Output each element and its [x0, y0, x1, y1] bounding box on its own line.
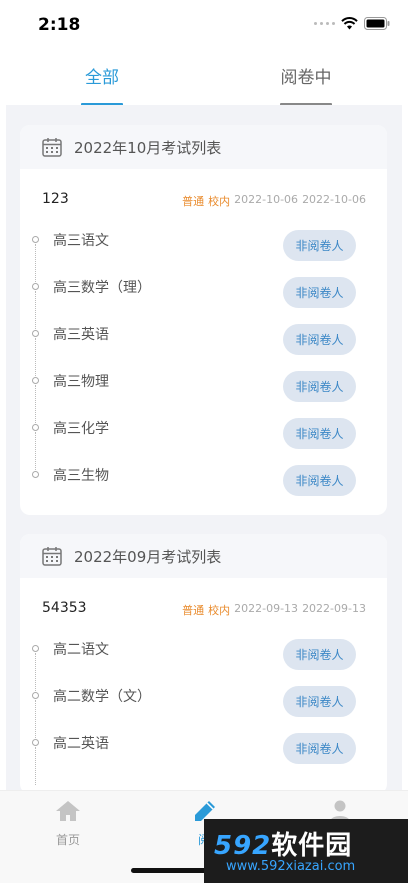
timeline-dot [32, 645, 39, 652]
subject-item: 高二数学（文） 非阅卷人 [20, 681, 387, 738]
exam-name: 54353 [42, 600, 87, 616]
subject-item: 高二语文 非阅卷人 [20, 634, 387, 691]
subject-item: 高三英语 非阅卷人 [20, 319, 387, 376]
exam-scope-tag: 校内 [208, 604, 231, 617]
signal-icon [314, 22, 335, 25]
subject-item: 高三语文 非阅卷人 [20, 225, 387, 282]
exam-type-tag: 普通 [182, 604, 205, 617]
wifi-icon [341, 17, 358, 30]
non-reviewer-button[interactable]: 非阅卷人 [283, 639, 356, 670]
timeline-dot [32, 236, 39, 243]
tab-bar: 全部 阅卷中 [0, 55, 408, 106]
watermark-brand: 软件园 [271, 831, 353, 861]
calendar-icon [42, 138, 62, 157]
timeline-dot [32, 471, 39, 478]
month-title: 2022年09月考试列表 [74, 547, 222, 566]
subject-name: 高三物理 [53, 374, 109, 390]
exam-row[interactable]: 54353 普通 校内 2022-09-13 2022-09-13 [20, 578, 387, 634]
exam-name: 123 [42, 191, 69, 207]
exam-meta: 普通 校内 2022-10-06 2022-10-06 [182, 193, 366, 209]
non-reviewer-button[interactable]: 非阅卷人 [283, 465, 356, 496]
non-reviewer-button[interactable]: 非阅卷人 [283, 230, 356, 261]
nav-home[interactable]: 首页 [38, 799, 98, 848]
non-reviewer-button[interactable]: 非阅卷人 [283, 371, 356, 402]
timeline-dot [32, 424, 39, 431]
non-reviewer-button[interactable]: 非阅卷人 [283, 324, 356, 355]
timeline-dot [32, 692, 39, 699]
status-icons [314, 17, 390, 30]
tab-all[interactable]: 全部 [62, 63, 142, 106]
exam-type-tag: 普通 [182, 195, 205, 208]
exam-scope-tag: 校内 [208, 195, 231, 208]
subject-name: 高三英语 [53, 327, 109, 343]
tab-all-label: 全部 [85, 68, 119, 88]
watermark-logo: 592软件园 www.592xiazai.com [204, 819, 408, 883]
non-reviewer-button[interactable]: 非阅卷人 [283, 733, 356, 764]
month-header: 2022年09月考试列表 [20, 534, 387, 578]
subject-name: 高三数学（理） [53, 280, 151, 296]
non-reviewer-button[interactable]: 非阅卷人 [283, 686, 356, 717]
month-header: 2022年10月考试列表 [20, 125, 387, 169]
month-card: 2022年09月考试列表 54353 普通 校内 2022-09-13 2022… [20, 534, 387, 790]
subject-list: 高三语文 非阅卷人 高三数学（理） 非阅卷人 高三英语 非阅卷人 高三物理 非阅… [20, 225, 387, 515]
exam-end-date: 2022-09-13 [302, 602, 366, 615]
non-reviewer-button[interactable]: 非阅卷人 [283, 418, 356, 449]
timeline-dot [32, 330, 39, 337]
subject-name: 高三语文 [53, 233, 109, 249]
month-title: 2022年10月考试列表 [74, 138, 222, 157]
home-icon [56, 801, 80, 821]
subject-item: 高三生物 非阅卷人 [20, 460, 387, 507]
subject-list: 高二语文 非阅卷人 高二数学（文） 非阅卷人 高二英语 非阅卷人 [20, 634, 387, 790]
month-card: 2022年10月考试列表 123 普通 校内 2022-10-06 2022-1… [20, 125, 387, 515]
exam-end-date: 2022-10-06 [302, 193, 366, 206]
subject-name: 高三生物 [53, 468, 109, 484]
battery-icon [364, 17, 390, 30]
status-time: 2:18 [38, 15, 81, 35]
subject-name: 高二英语 [53, 736, 109, 752]
exam-start-date: 2022-09-13 [234, 602, 299, 615]
exam-list[interactable]: 2022年10月考试列表 123 普通 校内 2022-10-06 2022-1… [6, 105, 402, 790]
timeline-dot [32, 739, 39, 746]
subject-name: 高三化学 [53, 421, 109, 437]
timeline-dot [32, 283, 39, 290]
subject-name: 高二语文 [53, 642, 109, 658]
status-bar: 2:18 [0, 0, 408, 50]
timeline-dot [32, 377, 39, 384]
tab-reading[interactable]: 阅卷中 [266, 63, 346, 106]
watermark-number: 592 [214, 831, 272, 861]
exam-row[interactable]: 123 普通 校内 2022-10-06 2022-10-06 [20, 169, 387, 225]
exam-meta: 普通 校内 2022-09-13 2022-09-13 [182, 602, 366, 618]
subject-item: 高三数学（理） 非阅卷人 [20, 272, 387, 329]
calendar-icon [42, 547, 62, 566]
non-reviewer-button[interactable]: 非阅卷人 [283, 277, 356, 308]
subject-item: 高二英语 非阅卷人 [20, 728, 387, 785]
tab-reading-label: 阅卷中 [280, 68, 332, 88]
subject-item: 高三化学 非阅卷人 [20, 413, 387, 470]
timeline-line [35, 747, 36, 785]
watermark-url: www.592xiazai.com [226, 859, 356, 874]
nav-home-label: 首页 [55, 833, 80, 847]
subject-item: 高三物理 非阅卷人 [20, 366, 387, 423]
exam-start-date: 2022-10-06 [234, 193, 299, 206]
subject-name: 高二数学（文） [53, 689, 151, 705]
